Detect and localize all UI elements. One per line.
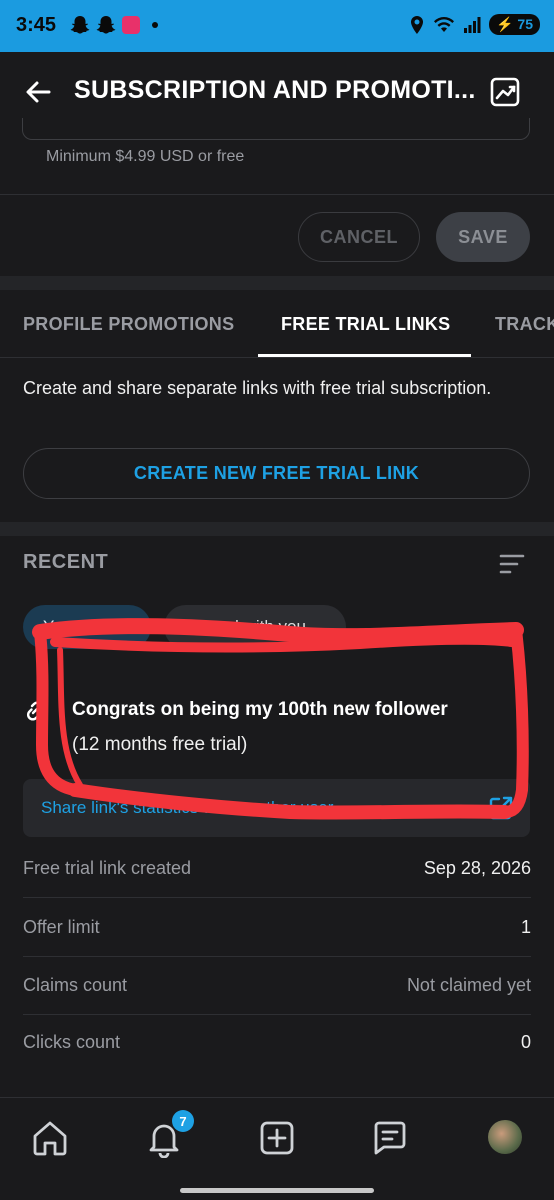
snapchat-icon	[96, 16, 116, 34]
price-input[interactable]	[22, 118, 530, 140]
share-statistics-link[interactable]: Share link's statistics with another use…	[41, 798, 333, 818]
share-icon[interactable]	[487, 794, 515, 822]
stat-value: 1	[520, 917, 531, 937]
free-trial-description: Create and share separate links with fre…	[23, 378, 492, 398]
stat-row-offer-limit: Offer limit 1	[23, 899, 531, 957]
price-hint: Minimum $4.99 USD or free	[46, 148, 245, 165]
chip-shared-with-you[interactable]: Shared with you	[164, 605, 346, 649]
create-free-trial-link-button[interactable]: CREATE NEW FREE TRIAL LINK	[23, 448, 530, 499]
stat-row-claims: Claims count Not claimed yet	[23, 957, 531, 1015]
offer-title[interactable]: Congrats on being my 100th new follower	[72, 699, 448, 721]
link-icon	[26, 701, 44, 721]
notification-badge: 7	[172, 1110, 194, 1132]
status-time: 3:45	[16, 14, 57, 36]
system-icons: ⚡ 75	[409, 14, 540, 35]
chip-your-links[interactable]: Your links	[23, 605, 151, 649]
divider	[0, 194, 554, 195]
tab-bar: PROFILE PROMOTIONS FREE TRIAL LINKS TRAC…	[0, 290, 554, 358]
app-notification-icon	[122, 16, 140, 34]
page-title: SUBSCRIPTION AND PROMOTI...	[74, 76, 476, 104]
stat-row-created: Free trial link created Sep 28, 2026	[23, 840, 531, 898]
home-icon[interactable]	[30, 1118, 70, 1158]
status-bar: 3:45 ⚡ 75	[0, 0, 554, 52]
stat-label: Clicks count	[23, 1032, 121, 1052]
tab-profile-promotions[interactable]: PROFILE PROMOTIONS	[23, 314, 234, 335]
signal-icon	[464, 16, 481, 33]
section-separator	[0, 522, 554, 536]
snapchat-icon	[70, 16, 90, 34]
battery-indicator: ⚡ 75	[489, 14, 540, 35]
stat-value: 0	[520, 1032, 531, 1052]
tab-tracking-links[interactable]: TRACK	[495, 314, 554, 335]
wifi-icon	[434, 16, 455, 32]
battery-level: 75	[517, 16, 533, 32]
stat-label: Claims count	[23, 975, 128, 995]
section-separator	[0, 276, 554, 290]
stat-value: Sep 28, 2026	[423, 858, 531, 878]
recent-heading: RECENT	[23, 551, 109, 573]
bottom-navigation: 7	[0, 1097, 554, 1200]
home-indicator	[180, 1188, 374, 1193]
back-arrow-icon[interactable]	[22, 76, 54, 108]
sort-icon[interactable]	[498, 552, 526, 576]
offer-subtitle: (12 months free trial)	[72, 734, 248, 755]
statistics-icon[interactable]	[488, 75, 522, 109]
notification-icons	[70, 14, 158, 36]
stat-row-clicks: Clicks count 0	[23, 1014, 531, 1072]
stat-value: Not claimed yet	[406, 975, 531, 995]
profile-avatar[interactable]	[488, 1120, 522, 1154]
cancel-button[interactable]: CANCEL	[298, 212, 420, 262]
tab-free-trial-links[interactable]: FREE TRIAL LINKS	[281, 314, 450, 335]
stat-label: Free trial link created	[23, 858, 192, 878]
messages-icon[interactable]	[370, 1118, 410, 1158]
share-statistics-row[interactable]: Share link's statistics with another use…	[23, 779, 530, 837]
stat-label: Offer limit	[23, 917, 100, 937]
add-post-icon[interactable]	[257, 1118, 297, 1158]
more-notifications-dot	[152, 22, 158, 28]
active-tab-indicator	[258, 354, 471, 357]
location-icon	[411, 15, 424, 34]
save-button[interactable]: SAVE	[436, 212, 530, 262]
